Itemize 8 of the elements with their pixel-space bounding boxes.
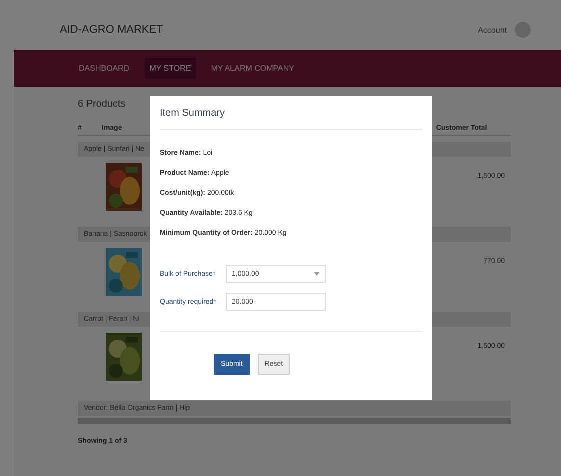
- modal-title: Item Summary: [160, 96, 422, 130]
- products-title: 6 Products: [78, 98, 126, 112]
- caret-icon: [314, 272, 320, 276]
- brand-title: AID-AGRO MARKET: [60, 24, 164, 36]
- scrollbar[interactable]: [78, 418, 511, 424]
- avatar-icon[interactable]: [515, 22, 531, 38]
- nav-tab[interactable]: MY STORE: [144, 58, 196, 79]
- user-name[interactable]: Account: [478, 26, 507, 34]
